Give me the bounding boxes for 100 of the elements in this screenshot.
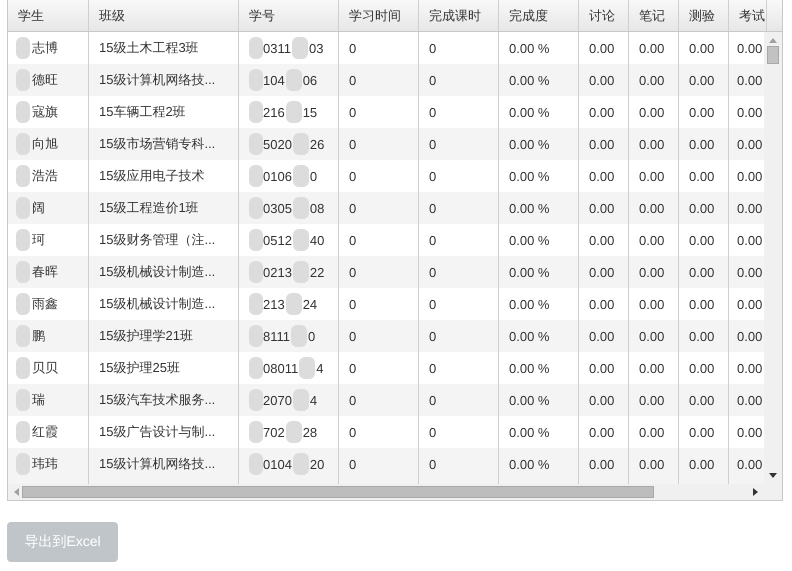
scrollbar-thumb[interactable] (767, 46, 780, 64)
table-cell: 0 (339, 384, 419, 416)
redaction-blur (16, 133, 30, 155)
redaction-blur (249, 293, 263, 315)
table-cell: 2070 (263, 392, 292, 408)
table-cell: 志博 (32, 39, 58, 57)
scrollbar-thumb[interactable] (22, 486, 654, 498)
redaction-blur (249, 197, 263, 219)
scroll-down-icon[interactable] (769, 473, 778, 478)
redaction-blur (16, 293, 30, 315)
table-cell: 03 (308, 40, 324, 56)
table-cell: 26 (310, 136, 324, 152)
redaction-blur (249, 101, 263, 123)
table-cell: 0.00 (629, 192, 679, 224)
redaction-blur (249, 229, 263, 251)
column-header[interactable]: 讨论 (579, 0, 629, 31)
table-cell: 0.00 (629, 64, 679, 96)
redaction-blur (249, 69, 263, 91)
column-header[interactable]: 学号 (239, 0, 339, 31)
redaction-blur (16, 421, 30, 443)
table-cell: 春晖 (32, 263, 58, 281)
redaction-blur (16, 229, 30, 251)
table-cell: 0.00 % (499, 192, 579, 224)
redaction-blur (16, 325, 30, 347)
table-cell: 06 (302, 72, 318, 88)
redaction-blur (16, 389, 30, 411)
table-cell: 0104 (263, 456, 292, 472)
redaction-blur (249, 37, 263, 59)
table-cell: 0.00 (679, 320, 729, 352)
scroll-right-icon[interactable] (753, 488, 758, 496)
table-cell: 08 (310, 200, 324, 216)
table-cell: 0 (339, 192, 419, 224)
table-cell: 15级护理学21班 (89, 320, 239, 352)
redaction-blur (16, 261, 30, 283)
table-cell: 瑞 (32, 391, 45, 409)
table-cell: 216 (263, 104, 285, 120)
table-cell: 红霞 (32, 423, 58, 441)
table-cell: 4 (316, 360, 324, 376)
table-cell: 0 (419, 128, 499, 160)
redaction-blur (291, 325, 307, 347)
table-cell: 向旭 (32, 135, 58, 153)
redaction-blur (249, 165, 263, 187)
redaction-blur (16, 197, 30, 219)
table-cell: 0 (339, 128, 419, 160)
table-cell: 8111 (263, 328, 290, 344)
table-cell: 雨鑫 (32, 295, 58, 313)
redaction-blur (249, 453, 263, 475)
table-cell: 5020 (263, 136, 292, 152)
table-cell: 22 (310, 264, 324, 280)
table-cell: 0.00 % (499, 384, 579, 416)
table-cell: 0 (339, 320, 419, 352)
table-cell: 0.00 (679, 128, 729, 160)
table-cell: 0 (339, 64, 419, 96)
redaction-blur (292, 165, 309, 187)
redaction-blur (292, 229, 309, 251)
column-header[interactable]: 考试 (729, 0, 767, 31)
table-cell: 0.00 (629, 320, 679, 352)
table-cell: 0 (310, 168, 318, 184)
redaction-blur (249, 389, 263, 411)
redaction-blur (286, 101, 302, 123)
table-cell: 15级工程造价1班 (89, 192, 239, 224)
redaction-blur (249, 421, 263, 443)
table-cell: 0 (419, 192, 499, 224)
table-cell: 08011 (263, 360, 298, 376)
table-cell: 20 (310, 456, 324, 472)
table-cell: 鹏 (32, 327, 45, 345)
redaction-blur (292, 453, 309, 475)
table-cell: 0.00 (579, 320, 629, 352)
table-cell: 0.00 % (499, 64, 579, 96)
scroll-up-icon[interactable] (769, 38, 778, 43)
scroll-left-icon[interactable] (14, 488, 19, 496)
table-cell: 15级汽车技术服务... (89, 384, 239, 416)
table-cell: 15级机械设计制造... (89, 256, 239, 288)
table-cell: 0.00 (679, 256, 729, 288)
column-header[interactable]: 学习时间 (339, 0, 419, 31)
redaction-blur (286, 293, 302, 315)
table-cell: 702 (263, 424, 285, 440)
table-cell: 贝贝 (32, 359, 58, 377)
table-cell: 40 (310, 232, 324, 248)
table-cell: 4 (310, 392, 318, 408)
table-cell: 104 (263, 72, 285, 88)
column-header[interactable]: 测验 (679, 0, 729, 31)
table-cell: 0.00 (579, 384, 629, 416)
redaction-blur (249, 325, 263, 347)
column-header[interactable]: 完成课时 (419, 0, 499, 31)
column-header[interactable]: 完成度 (499, 0, 579, 31)
table-cell: 0 (419, 64, 499, 96)
redaction-blur (249, 261, 263, 283)
column-header[interactable]: 学生 (8, 0, 89, 31)
table-cell: 0 (308, 328, 316, 344)
table-cell: 0.00 (679, 64, 729, 96)
table-cell: 0305 (263, 200, 292, 216)
table-cell: 213 (263, 296, 285, 312)
table-cell: 0 (419, 384, 499, 416)
column-header[interactable]: 班级 (89, 0, 239, 31)
table-cell: 0.00 (579, 256, 629, 288)
column-header[interactable]: 笔记 (629, 0, 679, 31)
table-cell: 0.00 (629, 256, 679, 288)
table-cell: 0311 (263, 40, 291, 56)
redaction-blur (286, 69, 302, 91)
